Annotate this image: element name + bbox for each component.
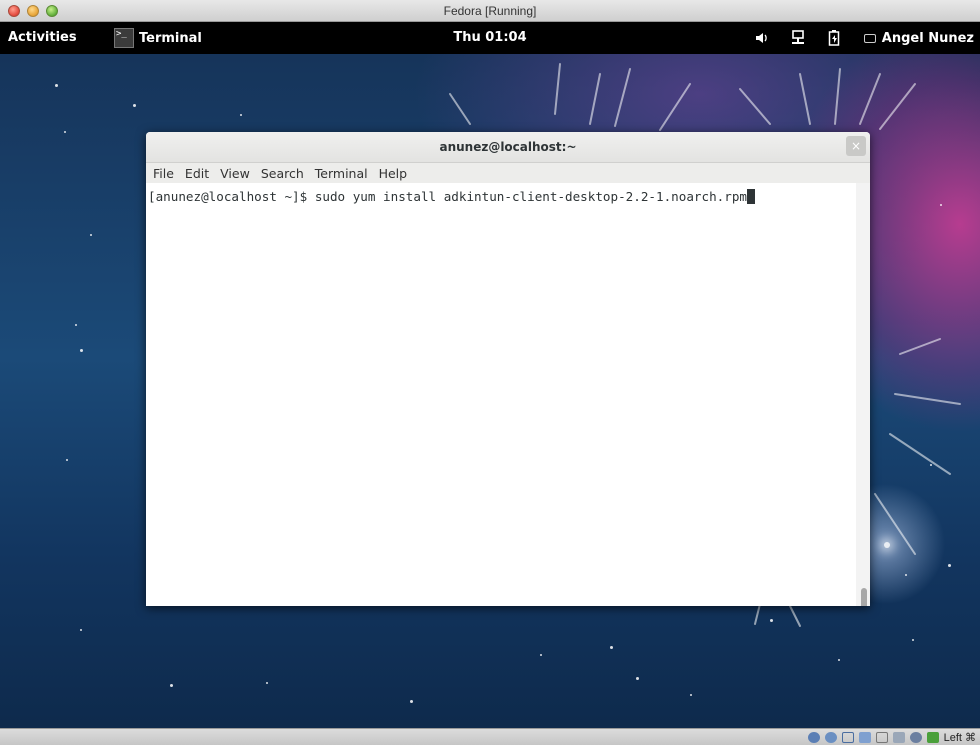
display-icon[interactable]	[875, 731, 888, 743]
app-menu-label: Terminal	[139, 30, 202, 46]
status-area: Angel Nunez	[734, 22, 980, 54]
hard-disk-icon[interactable]	[807, 731, 820, 743]
menu-view[interactable]: View	[220, 166, 250, 181]
virtualization-icon[interactable]	[909, 731, 922, 743]
volume-icon[interactable]	[754, 30, 770, 46]
menu-edit[interactable]: Edit	[185, 166, 209, 181]
terminal-app-icon: >_	[114, 28, 134, 48]
menu-search[interactable]: Search	[261, 166, 304, 181]
shell-prompt: [anunez@localhost ~]$	[148, 189, 315, 204]
user-name: Angel Nunez	[881, 30, 974, 46]
terminal-menubar: File Edit View Search Terminal Help	[146, 163, 870, 184]
network-wired-icon[interactable]	[790, 30, 806, 46]
user-menu[interactable]: Angel Nunez	[863, 30, 980, 46]
usb-icon[interactable]	[841, 731, 854, 743]
menu-terminal[interactable]: Terminal	[315, 166, 368, 181]
host-window-title: Fedora [Running]	[443, 4, 537, 18]
scrollbar-thumb[interactable]	[861, 588, 867, 606]
mouse-integration-icon[interactable]	[926, 731, 939, 743]
menu-file[interactable]: File	[153, 166, 174, 181]
host-key-label: Left ⌘	[943, 731, 976, 744]
host-titlebar: Fedora [Running]	[0, 0, 980, 22]
battery-icon[interactable]	[826, 30, 842, 46]
clock[interactable]: Thu 01:04	[453, 30, 526, 45]
shared-folders-icon[interactable]	[858, 731, 871, 743]
host-status-bar: Left ⌘	[0, 728, 980, 745]
app-menu[interactable]: >_ Terminal	[114, 25, 202, 51]
terminal-titlebar[interactable]: anunez@localhost:~ ×	[146, 132, 870, 163]
menu-help[interactable]: Help	[379, 166, 408, 181]
terminal-title: anunez@localhost:~	[439, 140, 577, 154]
close-button[interactable]: ×	[846, 136, 866, 156]
optical-drive-icon[interactable]	[824, 731, 837, 743]
text-cursor	[747, 189, 755, 204]
activities-button[interactable]: Activities	[8, 30, 77, 45]
terminal-output[interactable]: [anunez@localhost ~]$ sudo yum install a…	[146, 183, 856, 606]
chat-status-icon	[863, 33, 876, 43]
scrollbar[interactable]	[856, 183, 870, 606]
video-capture-icon[interactable]	[892, 731, 905, 743]
terminal-window[interactable]: anunez@localhost:~ × File Edit View Sear…	[146, 132, 870, 606]
command-input[interactable]: sudo yum install adkintun-client-desktop…	[315, 189, 747, 204]
gnome-top-bar: Activities >_ Terminal Thu 01:04 Angel N…	[0, 22, 980, 54]
